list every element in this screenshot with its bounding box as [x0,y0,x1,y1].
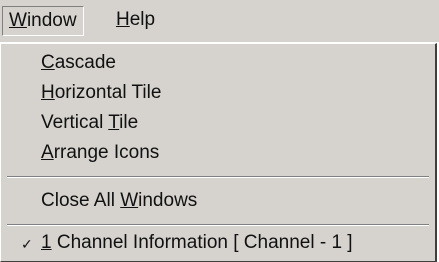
mnemonic-char: W [120,190,139,211]
menu-item-label: Close All Windows [41,186,197,216]
window-dropdown-menu: Cascade Horizontal Tile Vertical Tile Ar… [0,43,437,262]
label-text: rrange Icons [53,142,160,163]
menu-item-label: Horizontal Tile [41,78,161,108]
menu-item-label: Vertical Tile [41,108,138,138]
help-menu[interactable]: Help [110,6,161,36]
label-text: orizontal Tile [54,82,162,103]
menu-item-cascade[interactable]: Cascade [1,48,435,78]
menu-bar: Window Help [0,0,439,43]
label-text: Channel Information [ Channel - 1 ] [51,232,353,253]
label-text: ascade [54,52,117,73]
menu-item-close-all-windows[interactable]: Close All Windows [1,186,435,216]
menu-item-horizontal-tile[interactable]: Horizontal Tile [1,78,435,108]
mnemonic-char: T [108,112,120,133]
mnemonic-char: H [41,82,55,103]
window-menu-label: indow [26,10,77,31]
mnemonic-char: A [41,142,54,163]
label-text: Close All [41,190,121,211]
checkmark-icon: ✓ [21,236,33,252]
menu-item-label: Arrange Icons [41,138,159,168]
menu-item-channel-1[interactable]: ✓ 1 Channel Information [ Channel - 1 ] [1,228,435,258]
label-text: Vertical [41,112,109,133]
mnemonic-char: 1 [41,232,52,253]
label-text: indows [138,190,198,211]
label-text: ile [119,112,139,133]
window-menu-mnemonic: W [9,10,27,31]
menu-separator [7,224,429,226]
menu-item-label: 1 Channel Information [ Channel - 1 ] [41,228,353,258]
help-menu-mnemonic: H [116,9,130,30]
mnemonic-char: C [41,52,55,73]
menu-separator [7,176,429,178]
menu-item-arrange-icons[interactable]: Arrange Icons [1,138,435,168]
help-menu-label: elp [129,9,156,30]
menu-item-vertical-tile[interactable]: Vertical Tile [1,108,435,138]
window-menu[interactable]: Window [2,6,84,36]
menu-item-label: Cascade [41,48,116,78]
